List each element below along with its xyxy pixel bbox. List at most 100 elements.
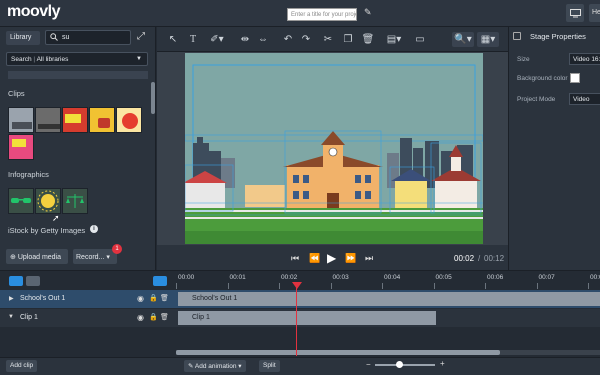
library-scrollbar[interactable] xyxy=(151,82,155,114)
add-animation-button[interactable]: ✎ Add animation ▾ xyxy=(184,360,246,372)
moovly-logo[interactable]: moovly xyxy=(7,3,61,21)
expand-icon[interactable]: ⤢ xyxy=(137,31,145,42)
library-panel: Library su ⤢ Search | All libraries ▼ Cl… xyxy=(0,27,156,270)
cut-icon[interactable]: ✂ xyxy=(322,32,334,47)
playhead[interactable] xyxy=(296,283,297,356)
pointer-icon[interactable]: ↖ xyxy=(167,32,179,47)
timeline-clip[interactable]: School's Out 1 xyxy=(178,292,600,306)
istock-section-label: iStock by Getty Images xyxy=(8,226,86,235)
project-title-input[interactable]: Enter a title for your project xyxy=(287,8,357,21)
clip-thumbnail[interactable] xyxy=(35,107,61,133)
timeline-tick-mark xyxy=(227,283,229,289)
cursor-icon: ➚ xyxy=(52,213,60,223)
add-animation-label: Add animation xyxy=(194,363,237,370)
thumbnail-strip[interactable] xyxy=(8,71,148,79)
sun-thumbnail[interactable] xyxy=(35,188,61,214)
background-color-label: Background color xyxy=(517,75,568,82)
lock-icon[interactable]: 🔒 xyxy=(149,313,158,321)
wand-icon: ✎ xyxy=(188,363,195,370)
undo-icon[interactable]: ↶ xyxy=(282,32,294,47)
row-name: School's Out 1 xyxy=(20,295,66,302)
editor-toolbar: ↖ T ✐▾ ⇹ ⇔ ↶ ↷ ✂ ❐ 🗑 ▤▾ ▭ 🔍▾ ▦▾ xyxy=(157,27,508,52)
properties-title: Stage Properties xyxy=(530,32,586,41)
visibility-icon[interactable]: ◉ xyxy=(137,294,144,303)
zoom-out-icon[interactable]: − xyxy=(366,360,371,369)
timeline-scroll-thumb[interactable] xyxy=(176,350,500,355)
upload-media-button[interactable]: ⊕ Upload media xyxy=(6,249,68,264)
timeline-tick-mark xyxy=(382,283,383,289)
search-scope-value: All libraries xyxy=(36,56,69,63)
timeline-tick-mark xyxy=(536,283,538,289)
timeline-clip[interactable]: Clip 1 xyxy=(178,311,436,325)
lock-icon[interactable]: 🔒 xyxy=(149,294,158,302)
size-select[interactable]: Video 16:9 xyxy=(569,53,600,65)
clip-thumbnail[interactable] xyxy=(8,134,34,160)
play-icon[interactable]: ▶ xyxy=(327,251,336,265)
add-clip-button[interactable]: Add clip xyxy=(6,360,38,372)
panel-toggle-icon[interactable] xyxy=(513,32,521,40)
library-tab[interactable]: Library xyxy=(6,31,40,45)
playhead-handle[interactable] xyxy=(292,282,302,289)
timeline-tick-label: 00:05 xyxy=(435,274,452,281)
present-button[interactable] xyxy=(566,4,584,22)
expand-row-icon[interactable]: ▶ xyxy=(9,295,14,302)
zoom-slider[interactable] xyxy=(375,364,435,366)
clip-thumbnail[interactable] xyxy=(62,107,88,133)
pen-tool-icon[interactable]: ✐▾ xyxy=(207,32,227,47)
current-time: 00:02 xyxy=(454,254,475,263)
scales-thumbnail[interactable] xyxy=(62,188,88,214)
rewind-icon[interactable]: ⏪ xyxy=(309,253,320,264)
fast-forward-icon[interactable]: ⏩ xyxy=(345,253,356,264)
row-name: Clip 1 xyxy=(20,314,38,321)
split-icon[interactable]: ⇔ xyxy=(257,32,269,47)
time-separator: / xyxy=(478,254,481,263)
list-view-icon[interactable] xyxy=(9,276,23,286)
timeline-tick-label: 00:01 xyxy=(229,274,246,281)
chevron-down-icon: ▼ xyxy=(136,56,142,62)
delete-row-icon[interactable]: 🗑 xyxy=(160,313,169,321)
screen-icon[interactable]: ▭ xyxy=(413,32,427,47)
skip-end-icon[interactable]: ⏭ xyxy=(365,253,373,264)
upload-icon: ⊕ xyxy=(10,254,18,261)
layer-order-icon[interactable]: ▤▾ xyxy=(382,32,406,47)
info-icon[interactable]: i xyxy=(90,225,98,233)
collapse-row-icon[interactable]: ▼ xyxy=(8,314,14,320)
clip-thumbnail[interactable] xyxy=(8,107,34,133)
align-icon[interactable]: ⇹ xyxy=(239,32,251,47)
stage-canvas[interactable] xyxy=(185,53,483,244)
zoom-slider-handle[interactable] xyxy=(396,361,403,368)
zoom-in-icon[interactable]: + xyxy=(440,359,445,368)
timeline-tick-mark xyxy=(176,283,177,289)
background-color-swatch[interactable] xyxy=(570,73,580,83)
text-icon[interactable]: T xyxy=(187,32,199,47)
total-time: 00:12 xyxy=(484,254,505,263)
clip-thumbnail[interactable] xyxy=(116,107,142,133)
split-button[interactable]: Split xyxy=(259,360,280,372)
skip-start-icon[interactable]: ⏮ xyxy=(291,253,299,264)
pencil-icon[interactable]: ✎ xyxy=(364,7,372,18)
timeline-tick-label: 00:07 xyxy=(538,274,555,281)
visibility-icon[interactable]: ◉ xyxy=(137,313,144,322)
timeline-tick-mark xyxy=(433,283,435,289)
timeline-tick-mark xyxy=(279,283,280,289)
fit-timeline-icon[interactable] xyxy=(153,276,167,286)
redo-icon[interactable]: ↷ xyxy=(300,32,312,47)
timeline-footer xyxy=(0,357,600,375)
infographics-section-label: Infographics xyxy=(8,170,49,179)
grid-view-icon[interactable] xyxy=(26,276,40,286)
delete-row-icon[interactable]: 🗑 xyxy=(160,294,169,302)
timeline-tick-label: 00:03 xyxy=(332,274,349,281)
record-button[interactable]: Record... ▾ xyxy=(73,249,117,264)
clip-thumbnail[interactable] xyxy=(89,107,115,133)
search-scope-select[interactable]: Search | All libraries ▼ xyxy=(6,52,148,66)
record-label: Record... xyxy=(76,254,105,261)
delete-icon[interactable]: 🗑 xyxy=(362,32,375,47)
help-button[interactable]: He xyxy=(589,4,600,22)
zoom-icon[interactable]: 🔍▾ xyxy=(452,32,474,47)
copy-icon[interactable]: ❐ xyxy=(342,32,354,47)
timeline-tick-label: 00:00 xyxy=(178,274,195,281)
project-mode-select[interactable]: Video xyxy=(569,93,600,105)
layout-icon[interactable]: ▦▾ xyxy=(477,32,499,47)
sunglasses-thumbnail[interactable] xyxy=(8,188,34,214)
search-icon xyxy=(50,33,58,41)
